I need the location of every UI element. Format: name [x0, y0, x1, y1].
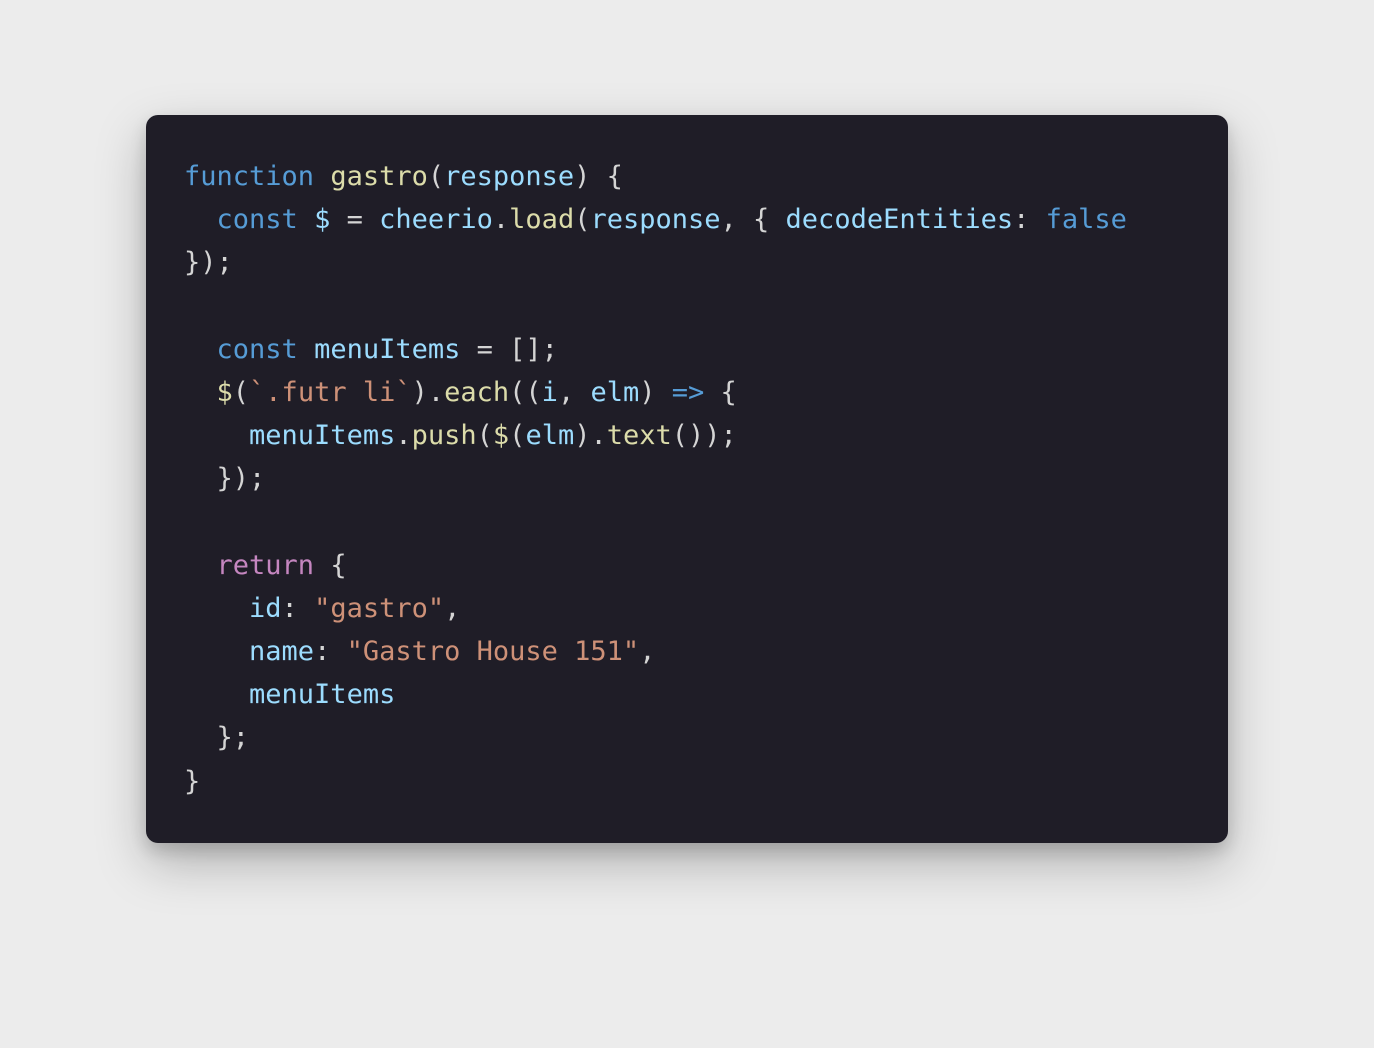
- code-token-var-name: cheerio: [379, 204, 493, 235]
- code-token-punct: ): [639, 377, 672, 408]
- code-token-var-name: menuItems: [249, 679, 395, 710]
- code-token-punct: =: [330, 204, 379, 235]
- code-token-punct: .: [395, 420, 411, 451]
- code-token-punct: {: [704, 377, 737, 408]
- code-token-method: $: [217, 377, 233, 408]
- code-token-punct: [184, 420, 249, 451]
- code-token-var-name: elm: [525, 420, 574, 451]
- code-token-punct: [298, 334, 314, 365]
- code-token-kw-const: const: [217, 204, 298, 235]
- code-token-punct: :: [314, 636, 347, 667]
- code-token-punct: (: [509, 420, 525, 451]
- code-token-punct: [184, 636, 249, 667]
- code-token-method: load: [509, 204, 574, 235]
- code-token-punct: [184, 377, 217, 408]
- code-token-punct: {: [314, 550, 347, 581]
- code-token-method: text: [607, 420, 672, 451]
- code-token-var-name: $: [314, 204, 330, 235]
- code-token-punct: :: [282, 593, 315, 624]
- code-token-prop: decodeEntities: [786, 204, 1014, 235]
- code-token-punct: (: [574, 204, 590, 235]
- code-token-punct: ((: [509, 377, 542, 408]
- code-token-punct: [314, 161, 330, 192]
- code-token-fn-name: gastro: [330, 161, 428, 192]
- code-token-punct: ());: [672, 420, 737, 451]
- code-token-var-name: response: [590, 204, 720, 235]
- code-token-prop: name: [249, 636, 314, 667]
- code-token-kw-return: return: [217, 550, 315, 581]
- code-token-punct: ,: [444, 593, 460, 624]
- code-token-var-name: i: [542, 377, 558, 408]
- code-token-punct: (: [477, 420, 493, 451]
- code-token-var-name: response: [444, 161, 574, 192]
- code-token-string: "Gastro House 151": [347, 636, 640, 667]
- code-token-punct: ).: [574, 420, 607, 451]
- code-block[interactable]: function gastro(response) { const $ = ch…: [184, 155, 1190, 803]
- code-token-method: $: [493, 420, 509, 451]
- code-token-punct: }: [184, 766, 200, 797]
- code-token-prop: id: [249, 593, 282, 624]
- code-token-string: "gastro": [314, 593, 444, 624]
- code-token-kw-function: function: [184, 161, 314, 192]
- code-token-punct: };: [184, 722, 249, 753]
- code-token-kw-false: false: [1046, 204, 1127, 235]
- code-token-punct: [298, 204, 314, 235]
- code-token-punct: [184, 679, 249, 710]
- code-token-method: push: [412, 420, 477, 451]
- code-token-punct: [184, 204, 217, 235]
- code-token-arrow: =>: [672, 377, 705, 408]
- code-token-punct: ,: [639, 636, 655, 667]
- code-token-punct: [184, 550, 217, 581]
- code-snippet-card: function gastro(response) { const $ = ch…: [146, 115, 1228, 843]
- code-token-var-name: menuItems: [314, 334, 460, 365]
- code-token-punct: .: [493, 204, 509, 235]
- code-token-punct: :: [1013, 204, 1046, 235]
- code-token-punct: , {: [721, 204, 786, 235]
- code-token-punct: ) {: [574, 161, 623, 192]
- code-token-punct: ,: [558, 377, 591, 408]
- code-token-var-name: menuItems: [249, 420, 395, 451]
- code-token-template: `.futr li`: [249, 377, 412, 408]
- code-token-kw-const: const: [217, 334, 298, 365]
- code-token-punct: = [];: [460, 334, 558, 365]
- code-token-punct: });: [184, 463, 265, 494]
- code-token-punct: (: [233, 377, 249, 408]
- code-token-punct: [184, 334, 217, 365]
- code-token-punct: (: [428, 161, 444, 192]
- code-token-punct: ).: [412, 377, 445, 408]
- code-token-method: each: [444, 377, 509, 408]
- code-token-punct: [184, 593, 249, 624]
- code-token-var-name: elm: [590, 377, 639, 408]
